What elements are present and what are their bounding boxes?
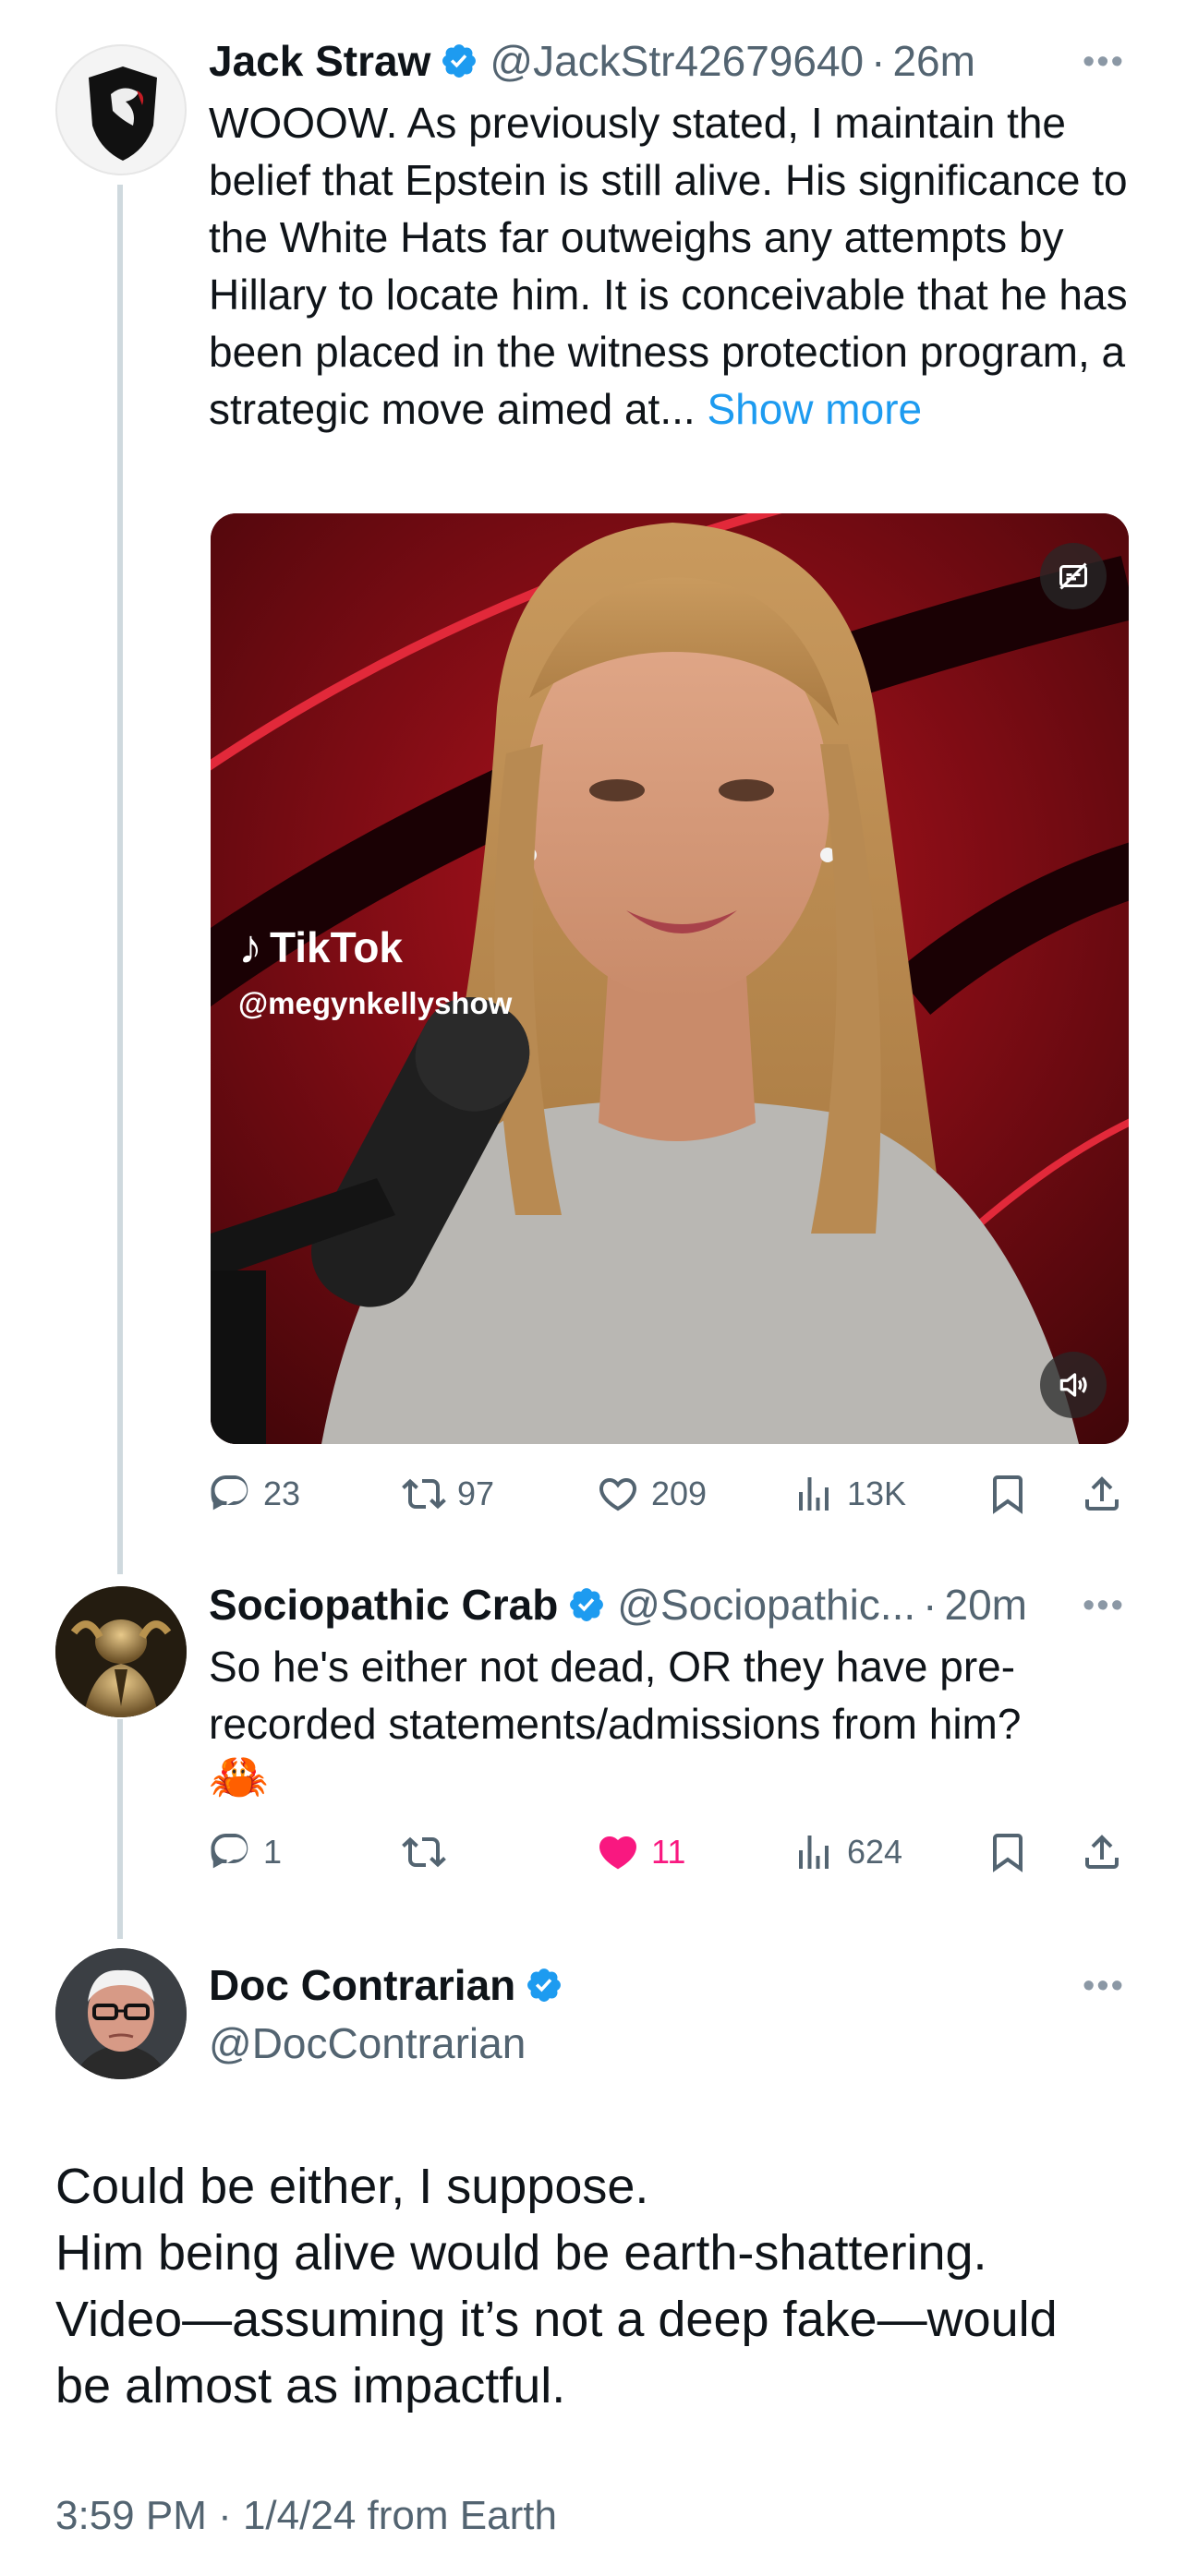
separator: · (871, 37, 886, 85)
share-icon (1080, 1472, 1124, 1516)
share-button[interactable] (1080, 1466, 1124, 1522)
author-name[interactable]: Jack Straw (209, 36, 430, 86)
show-more-link[interactable]: Show more (707, 385, 922, 433)
like-button[interactable]: 11 (596, 1824, 685, 1880)
verified-badge-icon (567, 1585, 606, 1624)
reply-button[interactable]: 1 (208, 1824, 282, 1880)
bookmark-button[interactable] (986, 1824, 1030, 1880)
tweet-text: WOOOW. As previously stated, I maintain … (209, 94, 1132, 438)
author-handle[interactable]: @JackStr42679640 (490, 36, 864, 86)
captions-button[interactable] (1040, 543, 1107, 609)
repost-button[interactable] (402, 1824, 446, 1880)
tweet-metadata[interactable]: 3:59 PM · 1/4/24 from Earth (55, 2493, 557, 2539)
reply-button[interactable]: 23 (208, 1466, 300, 1522)
repost-icon (402, 1830, 446, 1874)
views-button[interactable]: 13K (792, 1466, 906, 1522)
repost-icon (402, 1472, 446, 1516)
avatar[interactable] (55, 44, 187, 175)
share-button[interactable] (1080, 1824, 1124, 1880)
avatar[interactable] (55, 1586, 187, 1717)
tweet-body: So he's either not dead, OR they have pr… (209, 1643, 1022, 1748)
tiktok-account: @megynkellyshow (238, 986, 513, 1020)
main-tweet-text: Could be either, I suppose. Him being al… (55, 2153, 1145, 2419)
reply-count: 1 (263, 1833, 283, 1871)
share-icon (1080, 1830, 1124, 1874)
bookmark-icon (986, 1472, 1030, 1516)
reply-count: 23 (263, 1475, 301, 1512)
author-handle[interactable]: @DocContrarian (209, 2018, 526, 2068)
text-line: Him being alive would be earth-shatterin… (55, 2225, 987, 2281)
views-count: 13K (847, 1475, 907, 1512)
tiktok-logo-icon: ♪ (238, 921, 262, 974)
more-options-icon[interactable]: ••• (1083, 1586, 1125, 1626)
views-count: 624 (847, 1833, 903, 1871)
tweet-actions: 1 11 624 (208, 1824, 1141, 1880)
tweet-body: WOOOW. As previously stated, I maintain … (209, 99, 1128, 433)
like-icon (596, 1472, 640, 1516)
thread-line (117, 1719, 123, 1939)
text-line: Could be either, I suppose. (55, 2159, 649, 2214)
verified-badge-icon (440, 42, 478, 80)
timestamp[interactable]: 26m (892, 36, 974, 86)
more-options-icon[interactable]: ••• (1083, 42, 1125, 82)
author-name[interactable]: Doc Contrarian (209, 1960, 515, 2010)
tiktok-brand: TikTok (270, 923, 403, 971)
video-frame (211, 513, 1129, 1444)
crab-emoji: 🦀 (209, 1751, 269, 1804)
like-filled-icon (596, 1830, 640, 1874)
captions-icon (1059, 562, 1087, 590)
reply-icon (208, 1830, 252, 1874)
verified-badge-icon (525, 1966, 563, 2004)
text-line: be almost as impactful. (55, 2358, 566, 2413)
volume-icon (1059, 1373, 1087, 1397)
reply-icon (208, 1472, 252, 1516)
repost-button[interactable]: 97 (402, 1466, 494, 1522)
video-player[interactable]: ♪ TikTok @megynkellyshow (211, 513, 1129, 1444)
thread-line (117, 185, 123, 1574)
repost-count: 97 (457, 1475, 495, 1512)
mute-button[interactable] (1040, 1352, 1107, 1418)
more-options-icon[interactable]: ••• (1083, 1967, 1125, 2006)
views-icon (792, 1472, 836, 1516)
like-button[interactable]: 209 (596, 1466, 707, 1522)
like-count: 209 (651, 1475, 708, 1512)
avatar[interactable] (55, 1948, 187, 2079)
tweet-actions: 23 97 209 13K (208, 1466, 1141, 1522)
timestamp[interactable]: 20m (944, 1580, 1026, 1630)
text-line: Video—assuming it’s not a deep fake—woul… (55, 2292, 1058, 2347)
views-icon (792, 1830, 836, 1874)
like-count: 11 (651, 1833, 686, 1871)
tweet-text: So he's either not dead, OR they have pr… (209, 1638, 1132, 1752)
views-button[interactable]: 624 (792, 1824, 902, 1880)
bookmark-button[interactable] (986, 1466, 1030, 1522)
author-name[interactable]: Sociopathic Crab (209, 1580, 558, 1630)
separator: · (923, 1581, 938, 1629)
author-handle[interactable]: @Sociopathic... (617, 1580, 915, 1630)
bookmark-icon (986, 1830, 1030, 1874)
